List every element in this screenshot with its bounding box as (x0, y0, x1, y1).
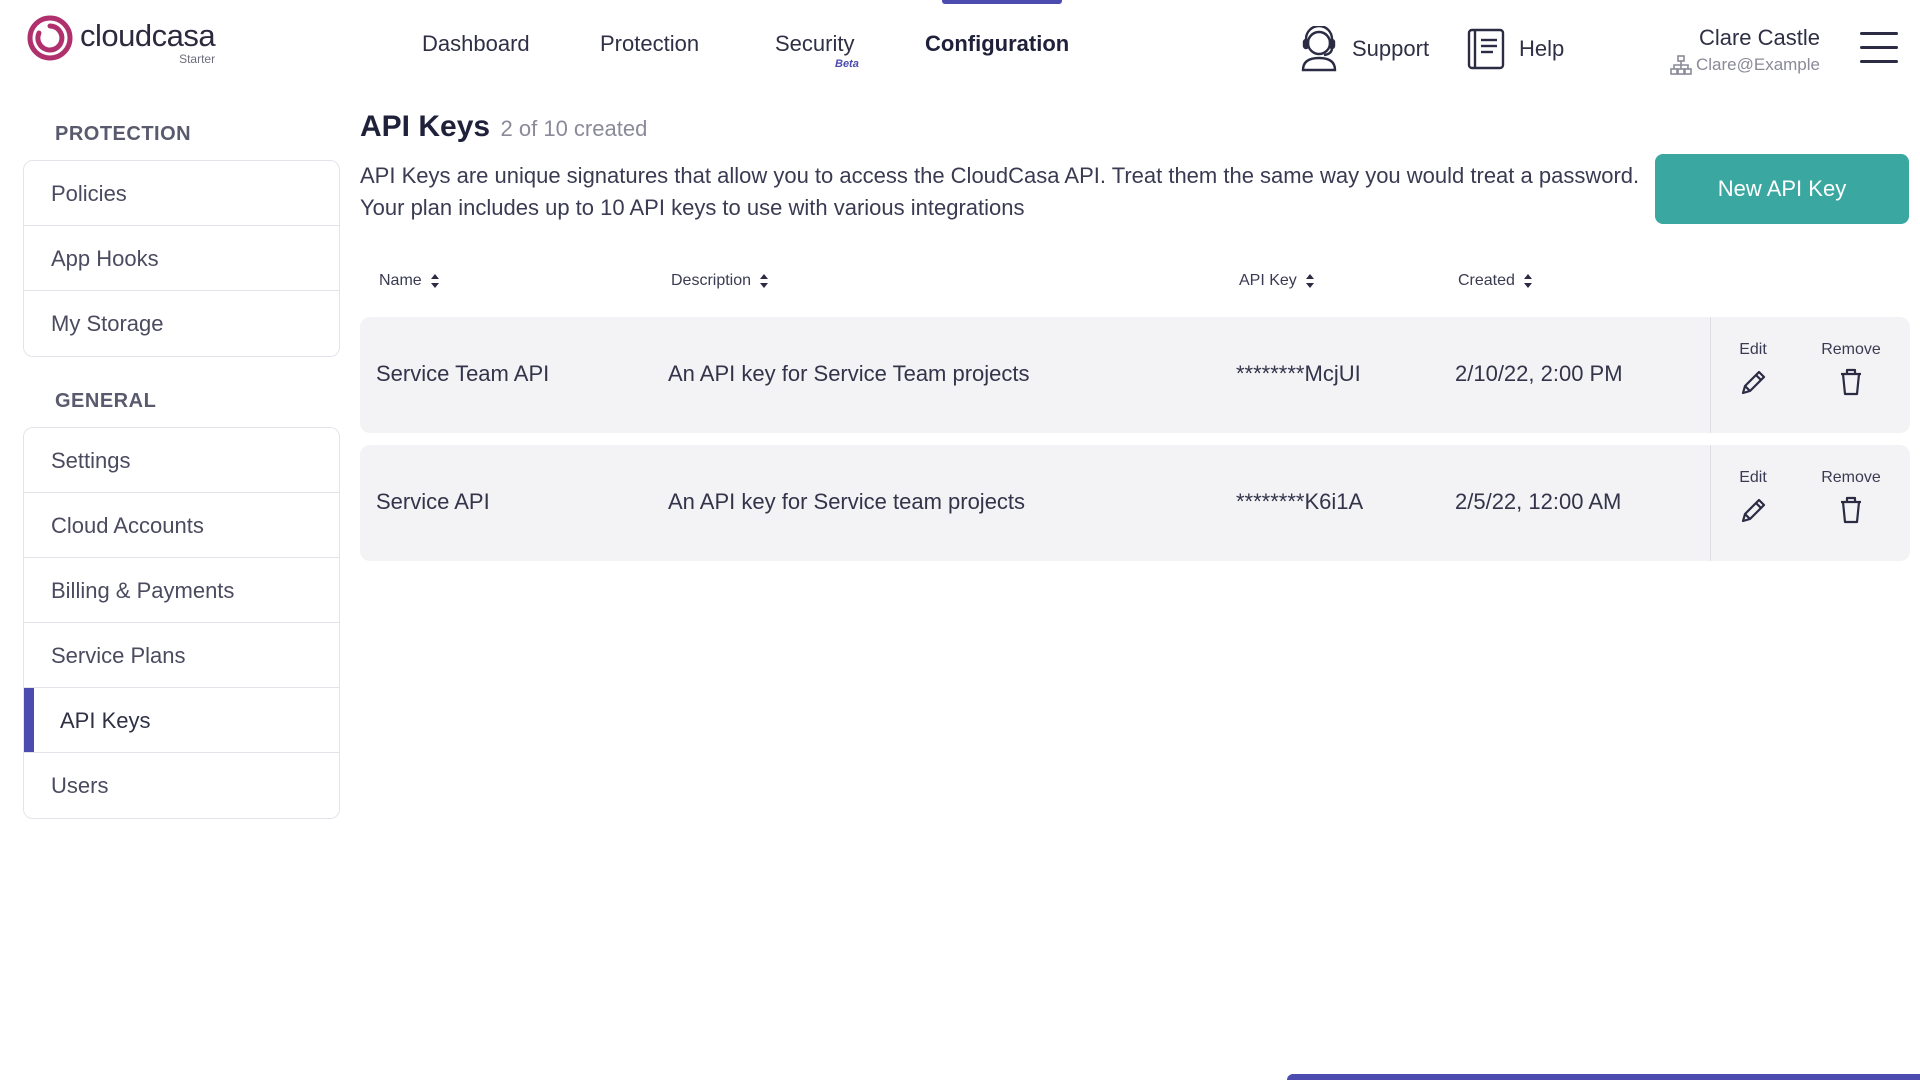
column-header-api-key[interactable]: API Key (1239, 272, 1315, 290)
sort-icon (760, 274, 769, 288)
logo-wordmark: cloudcasa (80, 18, 216, 53)
top-header: cloudcasa Starter Dashboard Protection S… (0, 0, 1920, 96)
sidebar-item-app-hooks[interactable]: App Hooks (24, 226, 339, 291)
sidebar-item-users[interactable]: Users (24, 753, 339, 818)
help-link[interactable]: Help (1465, 24, 1564, 74)
column-header-name[interactable]: Name (379, 272, 440, 290)
edit-label: Edit (1739, 341, 1767, 358)
support-link[interactable]: Support (1298, 24, 1429, 74)
api-key-description: An API key for Service Team projects (668, 361, 1030, 386)
sidebar-item-my-storage[interactable]: My Storage (24, 291, 339, 356)
remove-button[interactable]: Remove (1811, 469, 1891, 530)
api-key-masked: ********K6i1A (1236, 489, 1364, 514)
edit-label: Edit (1739, 469, 1767, 486)
row-actions: Edit Remove (1710, 317, 1910, 433)
page-title: API Keys (360, 110, 491, 143)
sidebar-item-api-keys[interactable]: API Keys (24, 688, 339, 753)
table-row: Service Team API An API key for Service … (360, 317, 1910, 433)
pencil-icon (1741, 370, 1766, 395)
remove-label: Remove (1821, 469, 1881, 486)
pencil-icon (1741, 498, 1766, 523)
api-key-created: 2/5/22, 12:00 AM (1455, 489, 1622, 514)
column-header-description[interactable]: Description (671, 272, 769, 290)
trash-icon (1841, 368, 1861, 396)
hamburger-icon[interactable] (1860, 32, 1898, 66)
user-menu[interactable]: Clare Castle Clare@Example (1670, 25, 1820, 75)
trash-icon (1841, 496, 1861, 524)
api-key-description: An API key for Service team projects (668, 489, 1026, 514)
sidebar-group-general: Settings Cloud Accounts Billing & Paymen… (23, 427, 340, 819)
api-key-name: Service API (376, 489, 490, 514)
edit-button[interactable]: Edit (1713, 469, 1793, 530)
api-key-masked: ********McjUI (1236, 361, 1361, 386)
sort-icon (1523, 274, 1532, 288)
plan-tier-label: Starter (179, 52, 216, 66)
remove-button[interactable]: Remove (1811, 341, 1891, 402)
column-header-created[interactable]: Created (1458, 272, 1533, 290)
remove-label: Remove (1821, 341, 1881, 358)
edit-button[interactable]: Edit (1713, 341, 1793, 402)
api-key-count: 2 of 10 created (500, 116, 648, 141)
headset-icon (1301, 26, 1337, 72)
book-icon (1467, 28, 1505, 70)
nav-active-indicator (942, 0, 1062, 4)
api-key-name: Service Team API (376, 361, 550, 386)
sidebar-heading-protection: PROTECTION (55, 123, 192, 145)
cloudcasa-logo-icon (27, 15, 73, 61)
organization-icon (1670, 55, 1692, 75)
row-actions: Edit Remove (1710, 445, 1910, 561)
cloudcasa-logo[interactable]: cloudcasa Starter (26, 12, 216, 66)
beta-badge: Beta (835, 58, 859, 70)
table-row: Service API An API key for Service team … (360, 445, 1910, 561)
sidebar-item-settings[interactable]: Settings (24, 428, 339, 493)
sidebar-item-billing-payments[interactable]: Billing & Payments (24, 558, 339, 623)
config-sidebar: PROTECTION Policies App Hooks My Storage… (23, 112, 340, 841)
table-header: Name Description API Key Created (360, 260, 1910, 304)
api-key-created: 2/10/22, 2:00 PM (1455, 361, 1623, 386)
help-label: Help (1519, 36, 1565, 61)
bottom-notification-bar (1287, 1074, 1920, 1080)
support-label: Support (1352, 36, 1430, 61)
api-keys-panel: API Keys 2 of 10 created API Keys are un… (360, 110, 1910, 561)
sidebar-group-protection: Policies App Hooks My Storage (23, 160, 340, 357)
sort-icon (430, 274, 439, 288)
new-api-key-button[interactable]: New API Key (1655, 154, 1909, 224)
user-name: Clare Castle (1698, 25, 1820, 50)
nav-dashboard[interactable]: Dashboard (422, 31, 530, 57)
sidebar-item-cloud-accounts[interactable]: Cloud Accounts (24, 493, 339, 558)
sidebar-item-service-plans[interactable]: Service Plans (24, 623, 339, 688)
sort-icon (1305, 274, 1314, 288)
page-description: API Keys are unique signatures that allo… (360, 163, 1640, 220)
nav-configuration[interactable]: Configuration (925, 31, 1069, 57)
sidebar-heading-general: GENERAL (55, 390, 157, 412)
nav-protection[interactable]: Protection (600, 31, 699, 57)
sidebar-item-policies[interactable]: Policies (24, 161, 339, 226)
nav-security[interactable]: Security (775, 31, 854, 57)
user-org: Clare@Example (1695, 55, 1820, 74)
